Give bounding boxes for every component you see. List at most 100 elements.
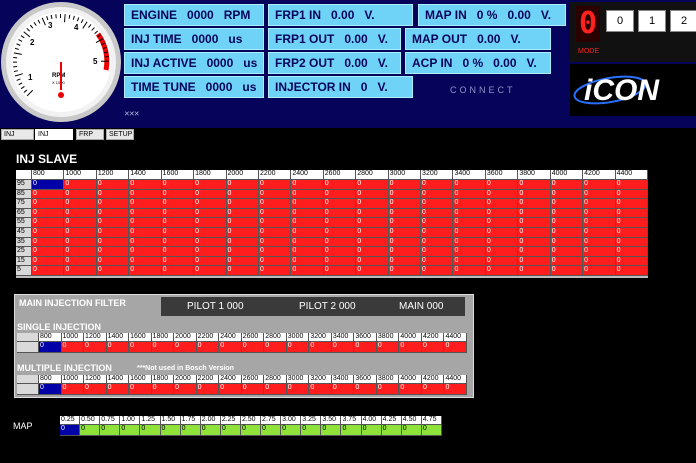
table-cell[interactable]: 0: [140, 425, 161, 436]
table-cell[interactable]: 0: [453, 180, 486, 190]
table-cell[interactable]: 0: [399, 384, 422, 395]
table-cell[interactable]: 0: [615, 208, 648, 219]
table-cell[interactable]: 0: [388, 189, 422, 200]
table-cell[interactable]: 0: [453, 208, 486, 219]
table-cell[interactable]: 0: [356, 228, 389, 238]
table-cell[interactable]: 0: [194, 199, 227, 209]
table-cell[interactable]: 0: [550, 247, 584, 257]
table-cell[interactable]: 0: [129, 384, 152, 395]
connect-button[interactable]: CONNECT: [450, 85, 516, 95]
table-cell[interactable]: 0: [388, 256, 422, 267]
table-cell[interactable]: 0: [161, 208, 195, 219]
table-cell[interactable]: 0: [421, 218, 454, 228]
table-cell[interactable]: 0: [226, 237, 259, 248]
table-cell[interactable]: 0: [61, 384, 85, 395]
table-cell[interactable]: 0: [258, 208, 292, 219]
table-cell[interactable]: 0: [518, 180, 551, 190]
table-cell[interactable]: 0: [453, 247, 486, 257]
table-cell[interactable]: 0: [226, 228, 259, 238]
table-cell[interactable]: 0: [219, 342, 242, 353]
table-cell[interactable]: 0: [583, 247, 616, 257]
table-cell[interactable]: 0: [32, 237, 65, 248]
table-cell[interactable]: 0: [291, 199, 324, 209]
table-cell[interactable]: 0: [258, 218, 292, 228]
table-cell[interactable]: 0: [64, 237, 97, 248]
table-cell[interactable]: 0: [356, 189, 389, 200]
table-cell[interactable]: 0: [453, 237, 486, 248]
table-cell[interactable]: 0: [518, 237, 551, 248]
table-cell[interactable]: 0: [96, 247, 130, 257]
table-cell[interactable]: 0: [388, 218, 422, 228]
table-cell[interactable]: 0: [32, 247, 65, 257]
table-cell[interactable]: 0: [331, 384, 355, 395]
table-cell[interactable]: 0: [161, 237, 195, 248]
table-cell[interactable]: 0: [323, 189, 357, 200]
table-cell[interactable]: 0: [196, 384, 220, 395]
table-cell[interactable]: 0: [161, 228, 195, 238]
table-cell[interactable]: 0: [376, 384, 400, 395]
table-cell[interactable]: 0: [194, 237, 227, 248]
table-cell[interactable]: 0: [309, 342, 332, 353]
table-cell[interactable]: 0: [174, 384, 197, 395]
table-cell[interactable]: 0: [583, 237, 616, 248]
table-cell[interactable]: 0: [161, 180, 195, 190]
table-cell[interactable]: 0: [354, 342, 377, 353]
table-cell[interactable]: 0: [226, 208, 259, 219]
table-cell[interactable]: 0: [401, 425, 422, 436]
table-cell[interactable]: 0: [258, 199, 292, 209]
table-cell[interactable]: 0: [194, 208, 227, 219]
table-cell[interactable]: 0: [381, 425, 402, 436]
table-cell[interactable]: 0: [219, 384, 242, 395]
table-cell[interactable]: 0: [323, 247, 357, 257]
table-cell[interactable]: 0: [615, 218, 648, 228]
table-cell[interactable]: 0: [421, 256, 454, 267]
table-cell[interactable]: 0: [32, 218, 65, 228]
table-cell[interactable]: 0: [615, 199, 648, 209]
table-cell[interactable]: 0: [421, 384, 445, 395]
table-cell[interactable]: 0: [550, 208, 584, 219]
table-cell[interactable]: 0: [291, 208, 324, 219]
table-cell[interactable]: 0: [84, 384, 107, 395]
table-cell[interactable]: 0: [321, 425, 342, 436]
table-cell[interactable]: 0: [485, 228, 519, 238]
table-cell[interactable]: 0: [226, 266, 259, 276]
table-cell[interactable]: 0: [309, 384, 332, 395]
table-cell[interactable]: 0: [583, 208, 616, 219]
table-cell[interactable]: 0: [258, 180, 292, 190]
table-cell[interactable]: 0: [84, 342, 107, 353]
table-cell[interactable]: 0: [550, 256, 584, 267]
table-cell[interactable]: 0: [485, 256, 519, 267]
table-cell[interactable]: 0: [453, 199, 486, 209]
table-cell[interactable]: 0: [615, 180, 648, 190]
table-cell[interactable]: 0: [485, 189, 519, 200]
table-cell[interactable]: 0: [96, 237, 130, 248]
table-cell[interactable]: 0: [258, 247, 292, 257]
table-cell[interactable]: 0: [615, 247, 648, 257]
table-cell[interactable]: 0: [120, 425, 141, 436]
table-cell[interactable]: 0: [64, 228, 97, 238]
table-cell[interactable]: 0: [61, 342, 85, 353]
table-cell[interactable]: 0: [323, 180, 357, 190]
table-cell[interactable]: 0: [444, 384, 467, 395]
table-cell[interactable]: 0: [323, 228, 357, 238]
table-cell[interactable]: 0: [226, 256, 259, 267]
table-cell[interactable]: 0: [301, 425, 322, 436]
table-cell[interactable]: 0: [264, 384, 287, 395]
table-cell[interactable]: 0: [356, 247, 389, 257]
table-cell[interactable]: 0: [240, 425, 262, 436]
table-cell[interactable]: 0: [550, 189, 584, 200]
mode-button-2[interactable]: 2: [670, 10, 696, 32]
table-cell[interactable]: 0: [32, 208, 65, 219]
table-cell[interactable]: 0: [226, 180, 259, 190]
table-cell[interactable]: 0: [341, 425, 362, 436]
table-cell[interactable]: 0: [226, 218, 259, 228]
table-cell[interactable]: 0: [421, 228, 454, 238]
table-cell[interactable]: 0: [32, 256, 65, 267]
table-cell[interactable]: 0: [583, 228, 616, 238]
table-cell[interactable]: 0: [331, 342, 355, 353]
table-cell[interactable]: 0: [241, 384, 265, 395]
table-cell[interactable]: 0: [194, 266, 227, 276]
table-cell[interactable]: 0: [291, 189, 324, 200]
table-cell[interactable]: 0: [550, 180, 584, 190]
table-cell[interactable]: 0: [518, 189, 551, 200]
